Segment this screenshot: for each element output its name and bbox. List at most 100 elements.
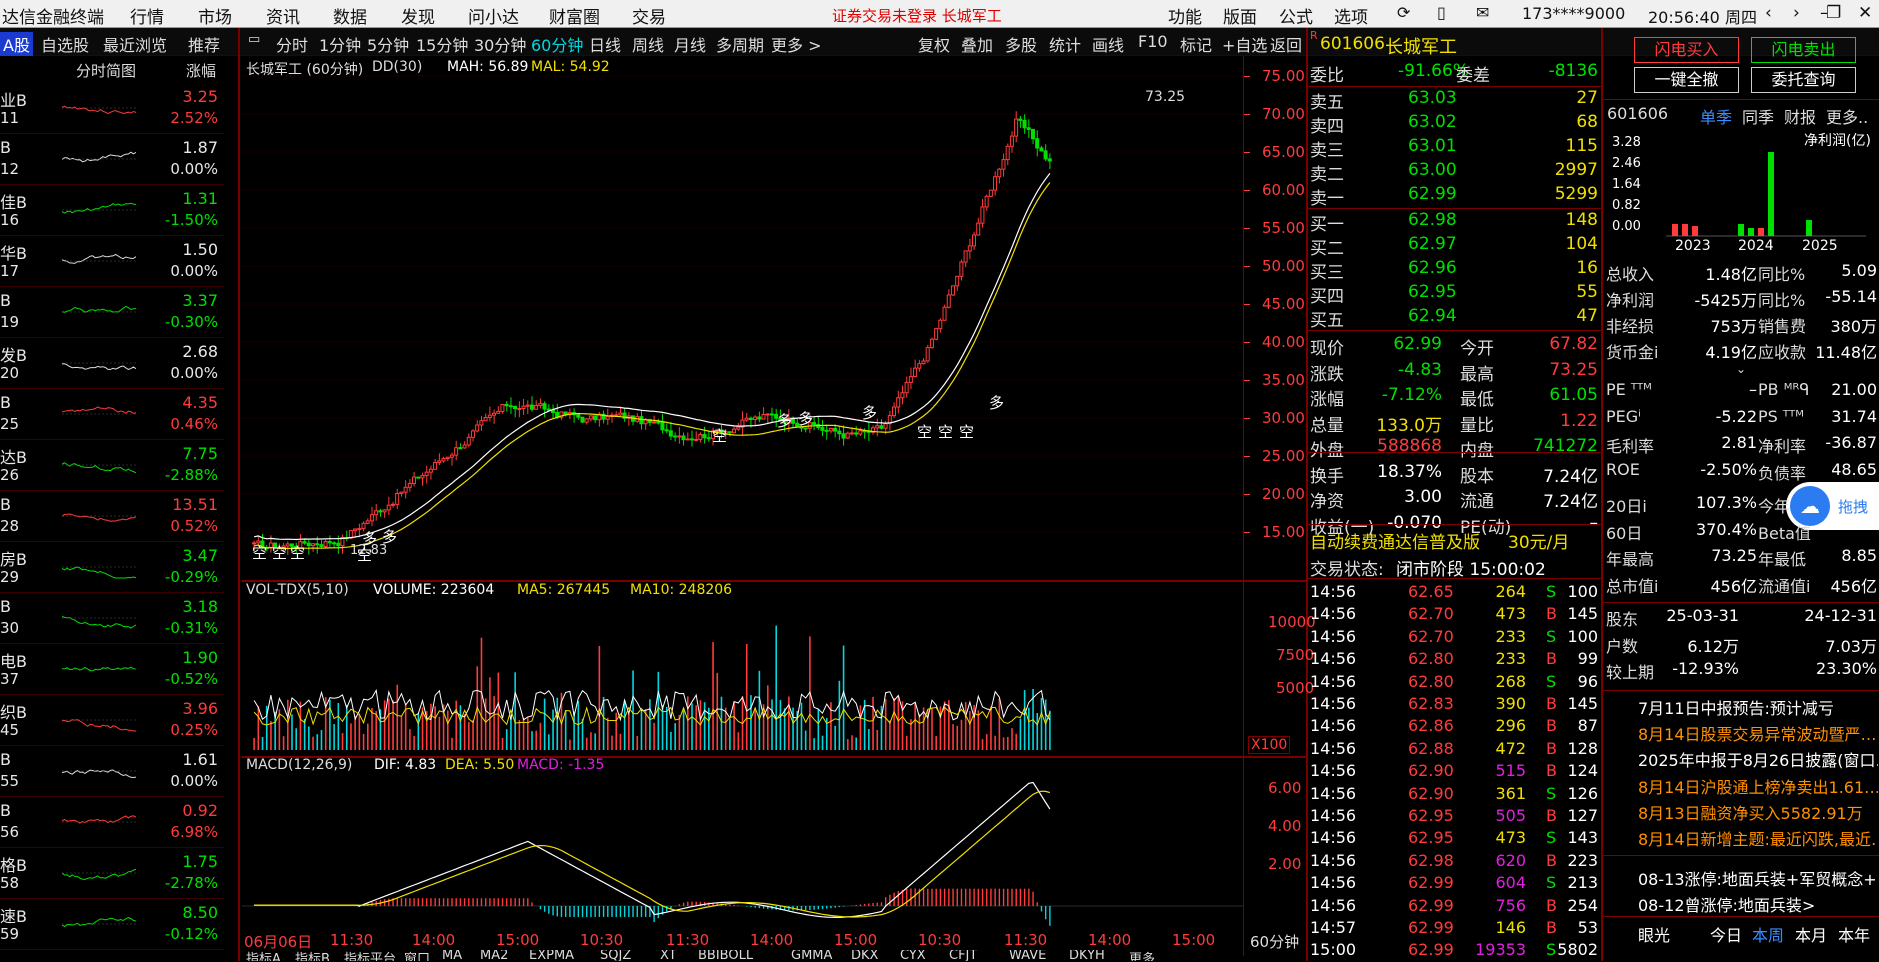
indicator-tab[interactable]: SQJZ xyxy=(600,950,631,961)
user-account[interactable]: 173****9000 xyxy=(1522,4,1625,23)
menu-item-layout[interactable]: 版面 xyxy=(1223,3,1257,28)
indicator-tab[interactable]: 更多 xyxy=(1129,950,1155,961)
fund-tab-same-quarter[interactable]: 同季 xyxy=(1742,104,1774,128)
col-header-change[interactable]: 涨幅 xyxy=(186,60,216,81)
volume-chart[interactable] xyxy=(242,600,1243,754)
fund-tab-more[interactable]: 更多.. xyxy=(1826,104,1868,128)
volume-indicator[interactable]: VOL-TDX(5,10) xyxy=(246,582,349,598)
tab-recommend[interactable]: 推荐 xyxy=(188,32,220,56)
menu-item-market[interactable]: 市场 xyxy=(198,3,232,28)
news-item[interactable]: 8月14日股票交易异常波动暨严… xyxy=(1638,721,1878,745)
watchlist-row[interactable]: B 56 0.92 6.98% xyxy=(0,797,224,848)
promo-text[interactable]: 自动续费通达信普及版 xyxy=(1310,528,1480,553)
tab-recent[interactable]: 最近浏览 xyxy=(103,32,167,56)
expand-chevron-icon[interactable]: ⌄ xyxy=(1736,362,1746,376)
tool-adjust[interactable]: 复权 xyxy=(918,32,950,56)
tool-stats[interactable]: 统计 xyxy=(1049,32,1081,56)
flash-buy-button[interactable]: 闪电买入 xyxy=(1634,37,1739,63)
watchlist-row[interactable]: 房B 29 3.47 -0.29% xyxy=(0,542,224,593)
menu-item-discover[interactable]: 发现 xyxy=(401,3,435,28)
period-tab-1min[interactable]: 1分钟 xyxy=(319,32,361,56)
indicator-tab[interactable]: BBIBOLL xyxy=(698,950,753,961)
close-icon[interactable]: ✕ xyxy=(1858,3,1872,23)
menu-item-news[interactable]: 资讯 xyxy=(266,3,300,28)
menu-item-trade[interactable]: 交易 xyxy=(632,3,666,28)
news-item[interactable]: 7月11日中报预告:预计减亏 xyxy=(1638,695,1878,719)
tool-mark[interactable]: 标记 xyxy=(1180,32,1212,56)
ask-row[interactable]: 卖三 63.01 115 xyxy=(1310,136,1600,161)
period-tab-15min[interactable]: 15分钟 xyxy=(416,32,468,56)
ask-row[interactable]: 卖二 63.00 2997 xyxy=(1310,160,1600,185)
indicator-tab[interactable]: DKX xyxy=(851,950,878,961)
watchlist-row[interactable]: B 12 1.87 0.00% xyxy=(0,134,224,185)
tab-a-shares[interactable]: A股 xyxy=(0,32,33,56)
menu-item-wealth[interactable]: 财富圈 xyxy=(549,3,600,28)
bid-row[interactable]: 买四 62.95 55 xyxy=(1310,282,1600,307)
macd-chart[interactable] xyxy=(242,774,1243,930)
watchlist-row[interactable]: B 25 4.35 0.46% xyxy=(0,389,224,440)
period-tab-5min[interactable]: 5分钟 xyxy=(367,32,409,56)
menu-item-ask[interactable]: 问小达 xyxy=(468,3,519,28)
range-week[interactable]: 本周 xyxy=(1752,922,1784,946)
news-item[interactable]: 8月14日沪股通上榜净卖出1.61… xyxy=(1638,774,1878,798)
cancel-all-button[interactable]: 一键全撤 xyxy=(1634,67,1739,93)
refresh-icon[interactable]: ⟳ xyxy=(1397,3,1410,22)
period-tab-60min[interactable]: 60分钟 xyxy=(531,32,583,56)
phone-icon[interactable]: ▯ xyxy=(1437,3,1446,22)
indicator-tab[interactable]: WAVE xyxy=(1009,950,1046,961)
indicator-tab[interactable]: 指标平台 xyxy=(344,950,396,961)
news-item[interactable]: 08-13涨停:地面兵装+军贸概念+… xyxy=(1638,866,1878,890)
indicator-tab[interactable]: 指标A xyxy=(246,950,281,961)
news-item[interactable]: 8月13日融资净买入5582.91万 xyxy=(1638,800,1878,824)
range-today[interactable]: 今日 xyxy=(1710,922,1742,946)
indicator-tab[interactable]: 窗口 xyxy=(404,950,430,961)
ask-row[interactable]: 卖五 63.03 27 xyxy=(1310,88,1600,113)
forward-arrow-icon[interactable]: › xyxy=(1793,3,1800,23)
watchlist-row[interactable]: 业B 11 3.25 2.52% xyxy=(0,83,224,134)
login-notice[interactable]: 证券交易未登录 长城军工 xyxy=(832,5,1002,26)
watchlist-row[interactable]: B 28 13.51 0.52% xyxy=(0,491,224,542)
price-chart[interactable]: 73.2512.83空空空空空空空空多 多多多多多 xyxy=(242,56,1243,580)
period-tab-daily[interactable]: 日线 xyxy=(589,32,621,56)
back-arrow-icon[interactable]: ‹ xyxy=(1765,3,1772,23)
tool-multi-stock[interactable]: 多股 xyxy=(1005,32,1037,56)
watchlist-row[interactable]: 电B 37 1.90 -0.52% xyxy=(0,644,224,695)
watchlist-row[interactable]: 发B 20 2.68 0.00% xyxy=(0,338,224,389)
news-item[interactable]: 8月14日新增主题:最近闪跌,最近… xyxy=(1638,826,1878,850)
period-tab-more[interactable]: 更多 > xyxy=(771,32,822,56)
indicator-tab[interactable]: EXPMA xyxy=(529,950,574,961)
bid-row[interactable]: 买五 62.94 47 xyxy=(1310,306,1600,331)
mail-icon[interactable]: ✉ xyxy=(1476,3,1489,22)
watchlist-row[interactable]: 织B 45 3.96 0.25% xyxy=(0,695,224,746)
period-tab-30min[interactable]: 30分钟 xyxy=(474,32,526,56)
menu-item-quote[interactable]: 行情 xyxy=(130,3,164,28)
indicator-tab[interactable]: DKYH xyxy=(1069,950,1105,961)
period-tab-timeshare[interactable]: 分时 xyxy=(276,32,308,56)
range-year[interactable]: 本年 xyxy=(1838,922,1870,946)
watchlist-row[interactable]: B 30 3.18 -0.31% xyxy=(0,593,224,644)
fund-tab-quarter[interactable]: 单季 xyxy=(1700,104,1732,128)
col-header-sparkline[interactable]: 分时简图 xyxy=(76,60,136,81)
watchlist-row[interactable]: B 19 3.37 -0.30% xyxy=(0,287,224,338)
news-item[interactable]: 08-12曾涨停:地面兵装> xyxy=(1638,892,1878,916)
indicator-tab[interactable]: GMMA xyxy=(791,950,832,961)
menu-item-data[interactable]: 数据 xyxy=(333,3,367,28)
macd-indicator[interactable]: MACD(12,26,9) xyxy=(246,757,352,773)
ask-row[interactable]: 卖一 62.99 5299 xyxy=(1310,184,1600,209)
order-query-button[interactable]: 委托查询 xyxy=(1751,67,1856,93)
period-tab-monthly[interactable]: 月线 xyxy=(674,32,706,56)
tool-back[interactable]: 返回 xyxy=(1270,32,1302,56)
tool-f10[interactable]: F10 xyxy=(1138,32,1168,51)
ask-row[interactable]: 卖四 63.02 68 xyxy=(1310,112,1600,137)
bid-row[interactable]: 买二 62.97 104 xyxy=(1310,234,1600,259)
watchlist-row[interactable]: 华B 17 1.50 0.00% xyxy=(0,236,224,287)
menu-item-function[interactable]: 功能 xyxy=(1168,3,1202,28)
restore-icon[interactable]: ❐ xyxy=(1826,3,1841,23)
watchlist-row[interactable]: 格B 58 1.75 -2.78% xyxy=(0,848,224,899)
flash-sell-button[interactable]: 闪电卖出 xyxy=(1751,37,1856,63)
period-tab-multi[interactable]: 多周期 xyxy=(716,32,764,56)
news-item[interactable]: 2025年中报于8月26日披露(窗口… xyxy=(1638,747,1878,771)
watchlist-row[interactable]: 速B 59 8.50 -0.12% xyxy=(0,899,224,950)
tool-overlay[interactable]: 叠加 xyxy=(961,32,993,56)
range-month[interactable]: 本月 xyxy=(1795,922,1827,946)
